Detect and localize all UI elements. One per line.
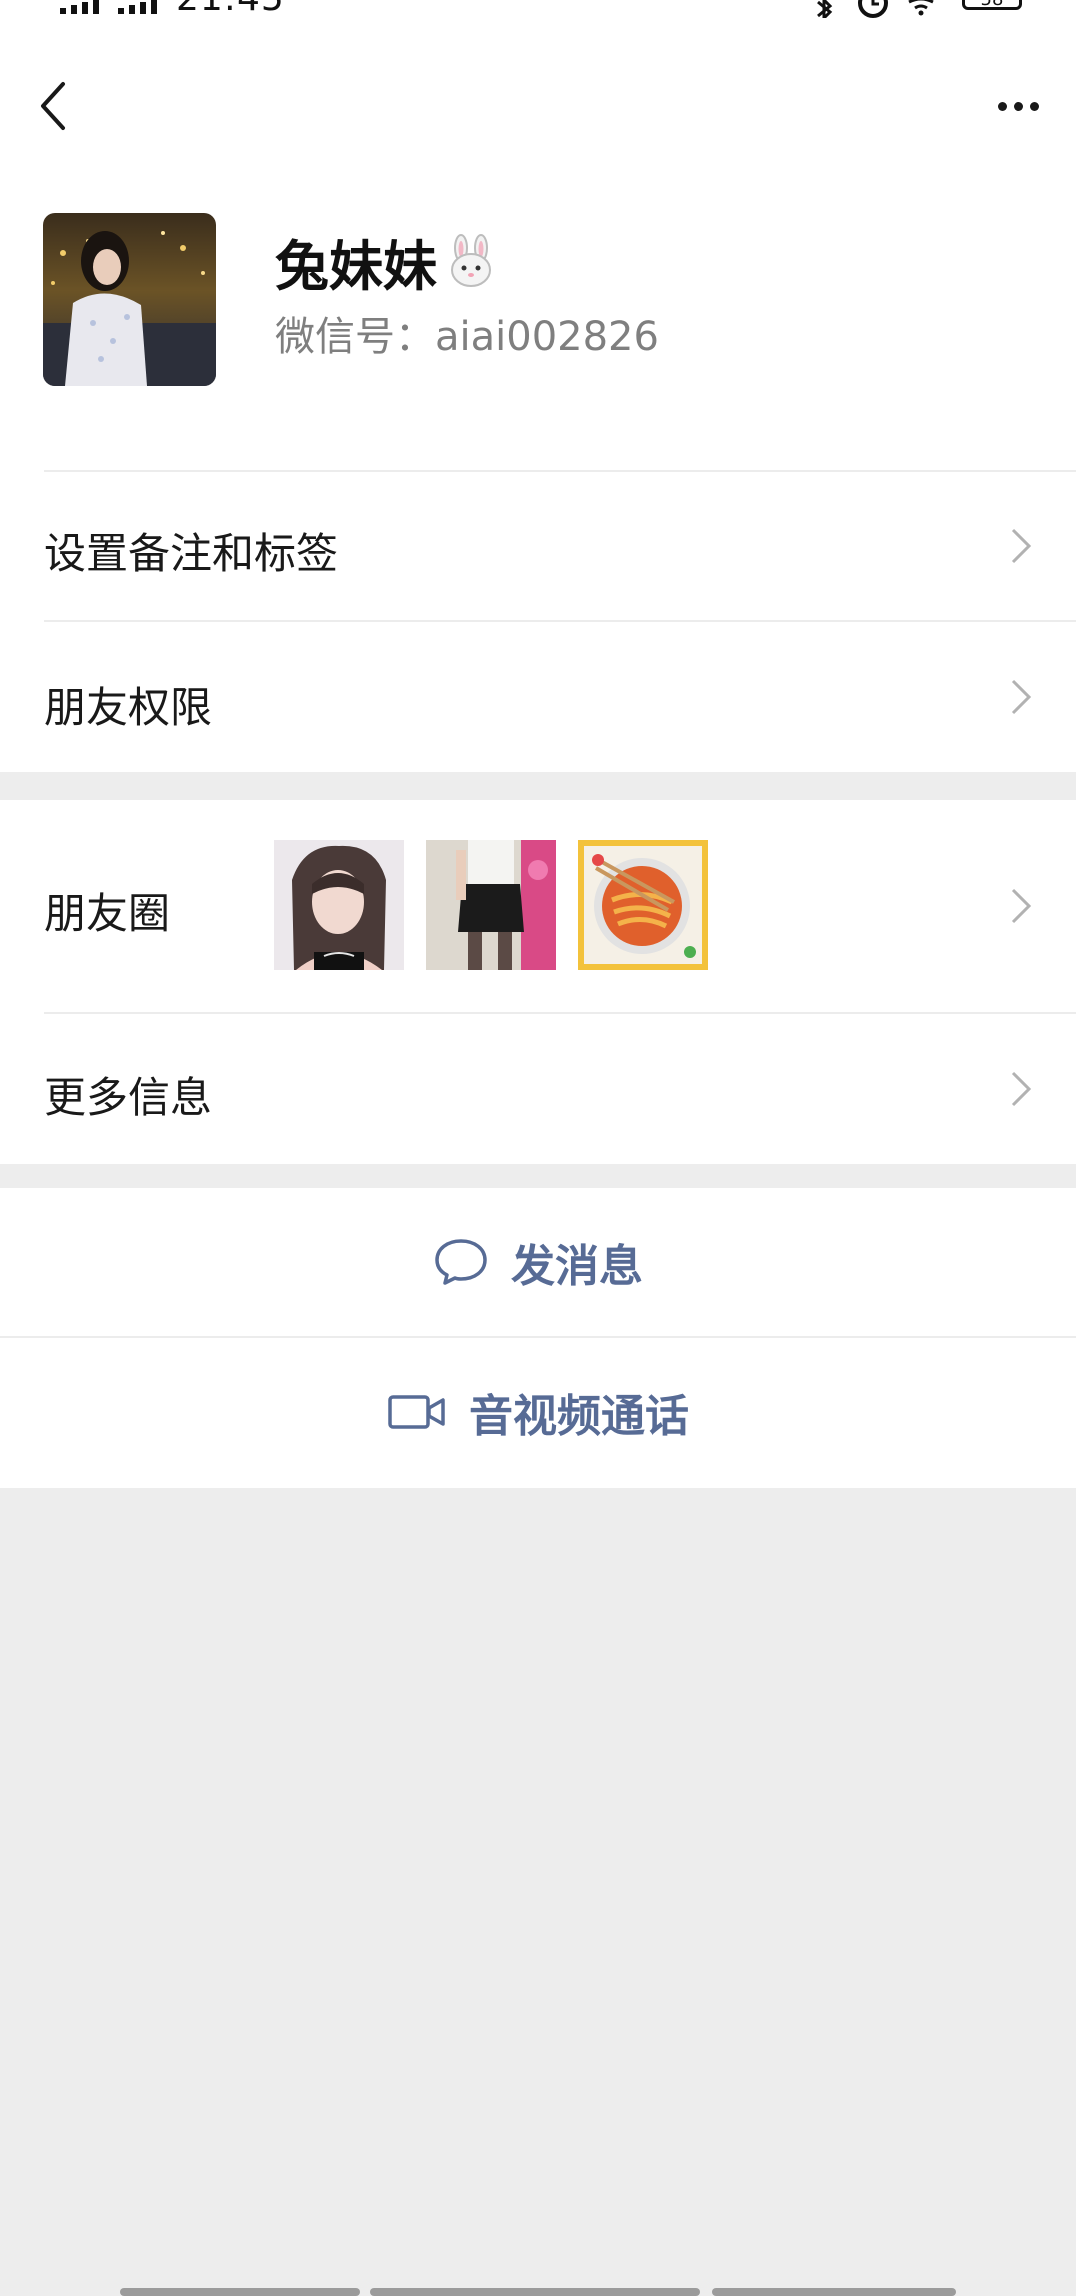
chevron-right-icon (1011, 1071, 1032, 1107)
moments-section: 朋友圈 更多信息 (0, 800, 1076, 1164)
chevron-right-icon (1011, 528, 1032, 564)
avatar[interactable] (43, 213, 216, 386)
send-message-label: 发消息 (511, 1241, 643, 1292)
chat-bubble-icon (435, 1239, 487, 1285)
chevron-right-icon (1011, 888, 1032, 924)
more-info-label: 更多信息 (44, 1073, 213, 1122)
remark-tags-label: 设置备注和标签 (44, 529, 339, 578)
video-call-label: 音视频通话 (469, 1391, 689, 1442)
back-button[interactable] (28, 78, 78, 134)
contact-name-row: 兔妹妹 (275, 222, 499, 301)
wechat-id: 微信号：aiai002826 (275, 314, 659, 360)
send-message-button[interactable]: 发消息 (0, 1188, 1076, 1336)
contact-name: 兔妹妹 (275, 235, 437, 298)
alarm-icon (858, 0, 888, 18)
status-time: 21:45 (176, 0, 285, 19)
moments-thumbnail (274, 840, 404, 970)
signal-icon (60, 0, 99, 14)
remark-tags-row[interactable]: 设置备注和标签 (0, 472, 1076, 620)
wifi-icon (908, 0, 934, 16)
more-icon-dot (1013, 101, 1023, 111)
back-icon (41, 82, 65, 130)
nav-bar (0, 60, 1076, 150)
moments-thumbnails (274, 840, 708, 970)
moments-thumbnail (578, 840, 708, 970)
more-icon-dot (1029, 101, 1039, 111)
more-button[interactable] (988, 78, 1048, 134)
video-camera-icon (388, 1395, 445, 1429)
bluetooth-icon (817, 0, 833, 18)
friend-permissions-row[interactable]: 朋友权限 (0, 622, 1076, 772)
signal-icon-2 (118, 0, 157, 14)
moments-label: 朋友圈 (44, 889, 171, 938)
battery-indicator: 58 (962, 0, 1022, 10)
actions-section: 发消息 音视频通话 (0, 1188, 1076, 1488)
more-info-row[interactable]: 更多信息 (0, 1014, 1076, 1164)
profile-card: 21:45 58 (0, 0, 1076, 772)
moments-row[interactable]: 朋友圈 (0, 800, 1076, 1012)
video-call-button[interactable]: 音视频通话 (0, 1338, 1076, 1486)
status-bar: 21:45 58 (0, 0, 1076, 22)
more-icon-dot (997, 101, 1007, 111)
home-indicator (0, 2288, 1076, 2296)
avatar-photo (43, 213, 216, 386)
chevron-right-icon (1011, 679, 1032, 715)
friend-permissions-label: 朋友权限 (44, 683, 213, 732)
moments-thumbnail (426, 840, 556, 970)
rabbit-emoji-icon (451, 233, 491, 287)
